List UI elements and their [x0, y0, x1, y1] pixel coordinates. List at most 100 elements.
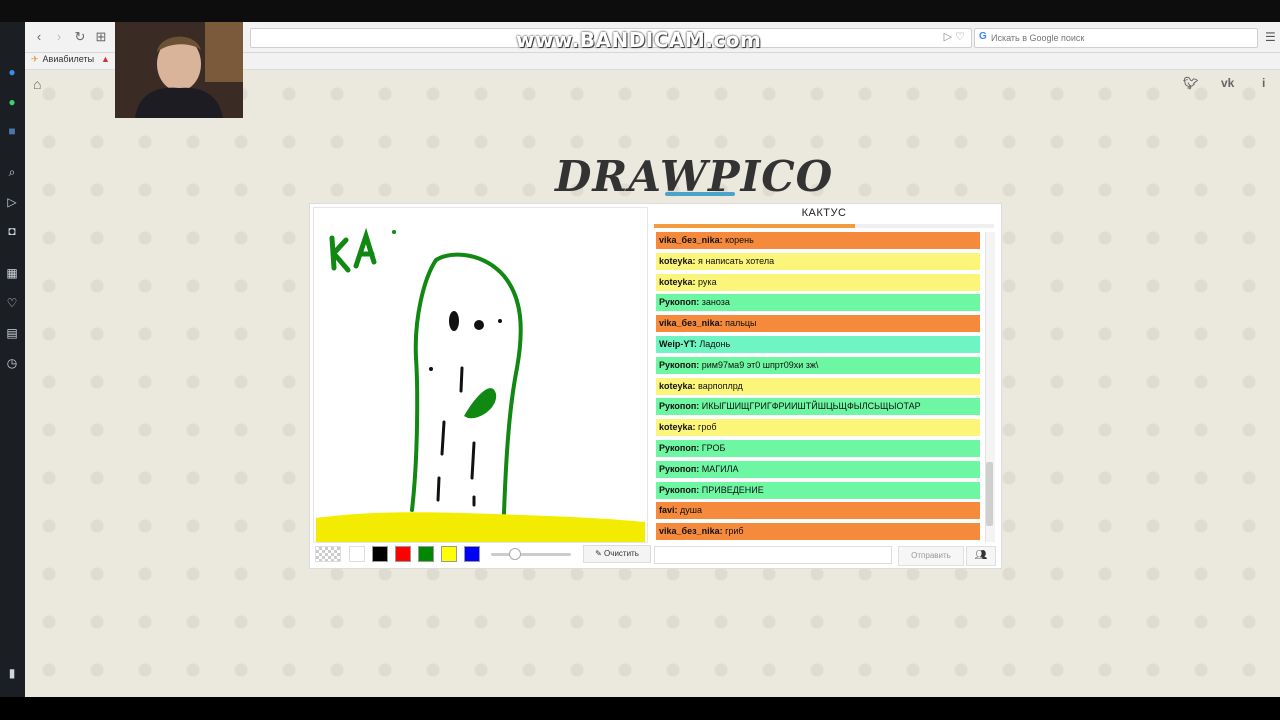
chat-message-text: МАГИЛА: [699, 463, 739, 474]
chat-message-text: гроб: [695, 422, 717, 433]
cactus-spine: [440, 420, 446, 456]
screen-bottom-bar: [0, 697, 1280, 720]
chat-message-text: корень: [722, 235, 754, 245]
twitter-icon[interactable]: 🐦︎: [1183, 76, 1198, 90]
cactus-outline: [410, 252, 523, 515]
chat-message-text: Ладонь: [696, 339, 731, 349]
chat-message: Weip-YT: Ладонь: [656, 336, 980, 353]
chat-message-user: Рукопоп:: [659, 484, 700, 495]
chat-message: vika_без_nika: гриб: [656, 523, 980, 541]
history-icon[interactable]: ◷: [4, 355, 20, 371]
chat-message-text: гриб: [722, 526, 744, 537]
bookmark-aviabilety[interactable]: ✈ Авиабилеты: [31, 54, 94, 65]
back-icon[interactable]: ‹: [31, 29, 47, 45]
chat-message-user: Рукопоп:: [659, 297, 700, 308]
apps-icon[interactable]: ▦: [4, 265, 20, 281]
search-input[interactable]: [989, 30, 1248, 46]
current-word: КАКТУС: [801, 207, 847, 219]
heart-icon[interactable]: ♡: [4, 295, 20, 311]
chat-message: Рукопоп: ГРОБ: [656, 440, 980, 457]
chat-message: koteyka: я написать хотела: [656, 252, 980, 270]
drawing-tools: ✎ Очистить: [313, 544, 651, 564]
color-swatch-black[interactable]: [372, 546, 388, 562]
menu-icon[interactable]: ☰: [1265, 30, 1277, 44]
whatsapp-icon[interactable]: ●: [4, 94, 20, 110]
send-icon[interactable]: ▷: [4, 194, 20, 210]
color-swatch-green[interactable]: [418, 546, 434, 562]
chat-message-text: душа: [677, 505, 702, 516]
game-panel: ✎ Очистить КАКТУС vika_без_nika: корень k…: [309, 203, 1002, 569]
chat-message-text: рука: [695, 276, 717, 287]
logo-underline: [665, 192, 735, 196]
webcam-image: [115, 22, 243, 118]
drawing-svg[interactable]: [314, 208, 647, 542]
chat-message: koteyka: варпоплрд: [656, 377, 980, 395]
vk-icon[interactable]: vk: [1221, 76, 1234, 90]
browser-side-panel: ● ● ■ ⌕ ▷ ◘ ▦ ♡ ▤ ◷ ▮: [0, 22, 25, 697]
camera-icon[interactable]: ◘: [4, 223, 20, 239]
color-swatch-yellow[interactable]: [441, 546, 457, 562]
drawing-canvas[interactable]: [313, 207, 648, 543]
cactus-eye-left: [449, 311, 459, 331]
chat-message-text: пальцы: [722, 318, 757, 329]
color-swatch-blue[interactable]: [464, 546, 480, 562]
home-icon[interactable]: ⌂: [33, 76, 41, 92]
chat-message-text: варпоплрд: [695, 380, 743, 391]
transparency-swatch[interactable]: [315, 546, 341, 562]
chat-message: Рукопоп: заноза: [656, 294, 980, 312]
send-button[interactable]: Отправить: [898, 546, 964, 566]
chat-message-text: ГРОБ: [699, 443, 726, 453]
chat-message-text: заноза: [699, 297, 730, 308]
address-actions-icon[interactable]: ▷ ♡: [944, 30, 965, 43]
search-bar[interactable]: G: [974, 28, 1258, 48]
search-icon[interactable]: ⌕: [4, 164, 20, 180]
eraser-swatch[interactable]: [349, 546, 365, 562]
chat-message-text: ПРИВЕДЕНИЕ: [699, 484, 764, 495]
players-icon[interactable]: 👥︎: [966, 546, 996, 566]
vk-sidebar-icon[interactable]: ■: [4, 123, 20, 139]
chat-message: koteyka: рука: [656, 273, 980, 291]
info-icon[interactable]: i: [1262, 76, 1265, 90]
chat-message-user: koteyka:: [659, 422, 696, 433]
cactus-spine: [459, 366, 464, 393]
grid-icon[interactable]: ⊞: [93, 29, 109, 45]
chat-scroll-thumb[interactable]: [986, 462, 993, 526]
clear-button[interactable]: ✎ Очистить: [583, 545, 651, 563]
chat-message: koteyka: гроб: [656, 419, 980, 437]
recording-watermark: www.BANDICAM.com: [516, 28, 762, 52]
sketch-letter-k: [329, 235, 351, 273]
plane-icon: ✈: [31, 54, 39, 64]
chat-input[interactable]: [654, 546, 892, 564]
chat-message-text: ИКЫГШИЩГРИГФРИИШТЙШЦЬЩФЫЛСЬЩЫОТАР: [699, 401, 921, 412]
bookmark-icon[interactable]: ▲: [101, 54, 111, 66]
chat-message-user: vika_без_nika:: [659, 318, 723, 329]
chat-message: vika_без_nika: корень: [656, 232, 980, 249]
reload-icon[interactable]: ↻: [72, 29, 88, 45]
chat-message: vika_без_nika: пальцы: [656, 315, 980, 333]
sketch-dot: [392, 230, 396, 234]
chat-message-user: Рукопоп:: [659, 443, 700, 453]
color-swatch-red[interactable]: [395, 546, 411, 562]
chat-message: Рукопоп: ИКЫГШИЩГРИГФРИИШТЙШЦЬЩФЫЛСЬЩЫОТ…: [656, 398, 980, 416]
news-icon[interactable]: ▤: [4, 325, 20, 341]
brush-size-slider[interactable]: [491, 553, 571, 556]
chat-message-user: vika_без_nika:: [659, 235, 723, 245]
brush-size-knob[interactable]: [509, 548, 521, 560]
chat-message: Рукопоп: ПРИВЕДЕНИЕ: [656, 481, 980, 499]
cactus-spine: [470, 441, 476, 480]
chat-message-user: vika_без_nika:: [659, 526, 723, 537]
browser-window: ‹ › ↻ ⊞ ▷ ♡ G ☰ ✈Авиабилеты ▲ ⌂ 🐦︎ vk i …: [25, 22, 1280, 697]
sketch-letter-a: [353, 227, 377, 269]
google-icon: G: [979, 31, 987, 42]
timer-bar: [654, 224, 855, 228]
chat-message-user: koteyka:: [659, 255, 696, 266]
panel-toggle-icon[interactable]: ▮: [4, 665, 20, 681]
messenger-icon[interactable]: ●: [4, 64, 20, 80]
cactus-green-patch: [464, 388, 497, 419]
cactus-eye-right: [474, 320, 484, 330]
cactus-dot: [498, 319, 502, 323]
chat-message-user: koteyka:: [659, 380, 696, 391]
chat-message-user: Weip-YT:: [659, 339, 697, 349]
eraser-icon: ✎: [595, 549, 605, 558]
forward-icon[interactable]: ›: [51, 29, 67, 45]
